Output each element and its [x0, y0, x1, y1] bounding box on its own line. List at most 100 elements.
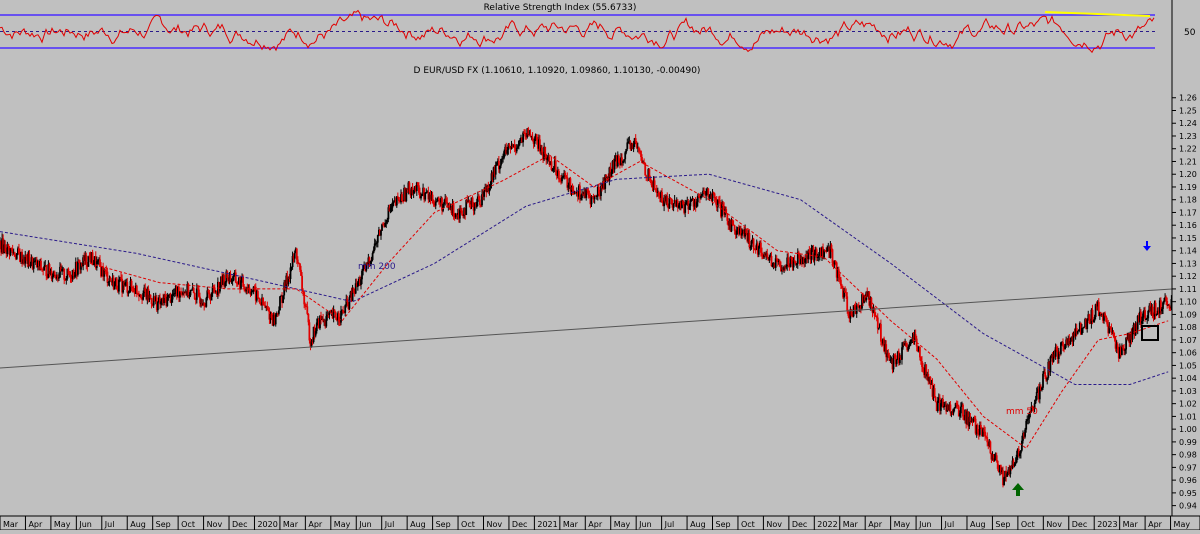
x-tick-label: May: [54, 520, 71, 529]
x-tick-label: Jul: [104, 520, 115, 529]
candle-body: [752, 238, 755, 249]
x-tick-label: May: [894, 520, 911, 529]
candle-body: [494, 164, 497, 175]
candle-body: [308, 322, 311, 341]
x-tick-label: Oct: [1021, 520, 1035, 529]
candle-body: [376, 235, 379, 243]
y-tick-label: 1.14: [1179, 247, 1197, 256]
x-tick-label: Aug: [130, 520, 146, 529]
candle-body: [40, 260, 42, 270]
candle-body: [1076, 331, 1079, 334]
candle-body: [420, 196, 422, 199]
candle-body: [995, 455, 998, 461]
x-tick-label: Sep: [156, 520, 171, 529]
x-tick-label: Mar: [843, 520, 859, 529]
x-tick-label: 2022: [817, 520, 837, 529]
rsi-tick-label: 50: [1184, 28, 1196, 38]
candle-body: [150, 298, 153, 304]
candle-body: [522, 132, 524, 143]
candle-body: [541, 147, 543, 153]
x-tick-label: Jun: [918, 520, 932, 529]
candle-body: [157, 302, 159, 311]
y-tick-label: 1.05: [1179, 361, 1197, 370]
x-tick-label: Apr: [1148, 520, 1163, 529]
x-tick-label: Jul: [944, 520, 955, 529]
candle-body: [109, 278, 112, 281]
y-tick-label: 0.95: [1179, 489, 1197, 498]
x-tick-label: Aug: [690, 520, 706, 529]
y-tick-label: 1.12: [1179, 272, 1197, 281]
candle-body: [846, 296, 849, 312]
y-tick-label: 1.10: [1179, 298, 1197, 307]
y-tick-label: 1.26: [1179, 94, 1197, 103]
mm50-line: [90, 154, 1169, 450]
candle-body: [234, 272, 237, 283]
candle-body: [880, 324, 882, 342]
x-tick-label: Oct: [461, 520, 475, 529]
x-tick-label: Dec: [792, 520, 807, 529]
x-tick-label: Oct: [741, 520, 755, 529]
mm200-line: [0, 173, 1169, 385]
candle-body: [544, 146, 547, 155]
y-tick-label: 1.00: [1179, 425, 1197, 434]
y-tick-label: 1.21: [1179, 157, 1197, 166]
candle-body: [855, 305, 858, 314]
x-tick-label: Dec: [1072, 520, 1087, 529]
y-tick-label: 0.99: [1179, 438, 1197, 447]
x-tick-label: Dec: [512, 520, 527, 529]
candle-body: [672, 203, 675, 208]
candle-body: [424, 193, 427, 200]
x-tick-label: Jul: [664, 520, 675, 529]
candle-body: [371, 253, 374, 260]
candle-body: [919, 346, 921, 358]
rsi-title: Relative Strength Index (55.6733): [484, 3, 637, 13]
candle-body: [32, 261, 35, 269]
y-tick-label: 1.08: [1179, 323, 1197, 332]
candle-body: [479, 199, 481, 205]
y-tick-label: 1.11: [1179, 285, 1197, 294]
candle-body: [226, 271, 229, 278]
up-arrow-icon: [1012, 483, 1024, 496]
candle-body: [564, 172, 567, 176]
y-tick-label: 1.04: [1179, 374, 1197, 383]
y-tick-label: 1.17: [1179, 208, 1197, 217]
candle-body: [279, 296, 281, 311]
candle-body: [130, 280, 133, 288]
candle-body: [53, 271, 56, 275]
candle-body: [192, 287, 195, 293]
x-tick-label: Mar: [563, 520, 579, 529]
candle-body: [195, 288, 198, 300]
x-axis: Mar Apr May Jun Jul Aug Sep Oct Nov Dec 2020 Mar Apr…: [0, 515, 1200, 531]
x-tick-label: Nov: [486, 520, 502, 529]
mm200-label: mm 200: [358, 262, 396, 272]
candle-body: [876, 317, 879, 329]
rsi-panel: Relative Strength Index (55.6733) 50: [0, 3, 1196, 54]
x-tick-label: Apr: [28, 520, 43, 529]
x-tick-label: May: [614, 520, 631, 529]
candle-body: [257, 291, 259, 298]
y-tick-label: 1.02: [1179, 400, 1197, 409]
candle-body: [77, 261, 79, 275]
candle-body: [380, 230, 382, 236]
x-tick-label: Oct: [181, 520, 195, 529]
price-title: D EUR/USD FX (1.10610, 1.10920, 1.09860,…: [414, 66, 701, 76]
x-tick-label: Jul: [384, 520, 395, 529]
candle-body: [653, 180, 656, 189]
y-tick-label: 0.98: [1179, 451, 1197, 460]
mm50-label: mm 50: [1006, 407, 1038, 417]
support-trendline: [0, 288, 1173, 369]
x-tick-label: Nov: [1046, 520, 1062, 529]
x-tick-label: Nov: [207, 520, 223, 529]
x-tick-label: Jun: [638, 520, 652, 529]
candle-body: [1154, 302, 1157, 315]
x-tick-label: Sep: [436, 520, 451, 529]
y-tick-label: 0.97: [1179, 463, 1197, 472]
y-axis: 0.94 0.95 0.96 0.97 0.98 0.99 1.00 1.01 1.02 1.03…: [1171, 0, 1197, 530]
y-tick-label: 0.94: [1179, 502, 1197, 511]
candle-body: [106, 271, 109, 283]
candle-body: [793, 260, 796, 262]
y-tick-label: 1.09: [1179, 310, 1197, 319]
x-tick-label: 2020: [257, 520, 277, 529]
x-tick-label: May: [1174, 520, 1191, 529]
down-arrow-icon: [1143, 241, 1151, 251]
